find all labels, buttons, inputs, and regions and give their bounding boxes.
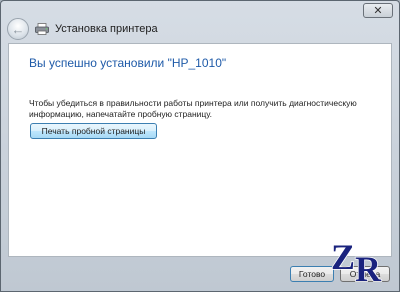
window-title: Установка принтера: [55, 23, 158, 35]
description-text: Чтобы убедиться в правильности работы пр…: [29, 98, 357, 119]
background-blur: [7, 5, 347, 15]
content-panel: Вы успешно установили "HP_1010" Чтобы уб…: [8, 43, 392, 257]
print-test-page-button[interactable]: Печать пробной страницы: [30, 123, 157, 139]
back-button[interactable]: ←: [7, 18, 29, 40]
done-button[interactable]: Готово: [290, 266, 334, 282]
success-heading: Вы успешно установили "HP_1010": [29, 56, 227, 70]
back-arrow-icon: ←: [11, 21, 25, 37]
printer-setup-window: ✕ ← Установка принтера Вы успешно устано…: [0, 0, 400, 292]
footer: Готово Отмена: [8, 259, 392, 285]
cancel-button[interactable]: Отмена: [340, 266, 390, 282]
printer-icon: [35, 23, 49, 35]
title-bar: ← Установка принтера: [7, 15, 393, 43]
